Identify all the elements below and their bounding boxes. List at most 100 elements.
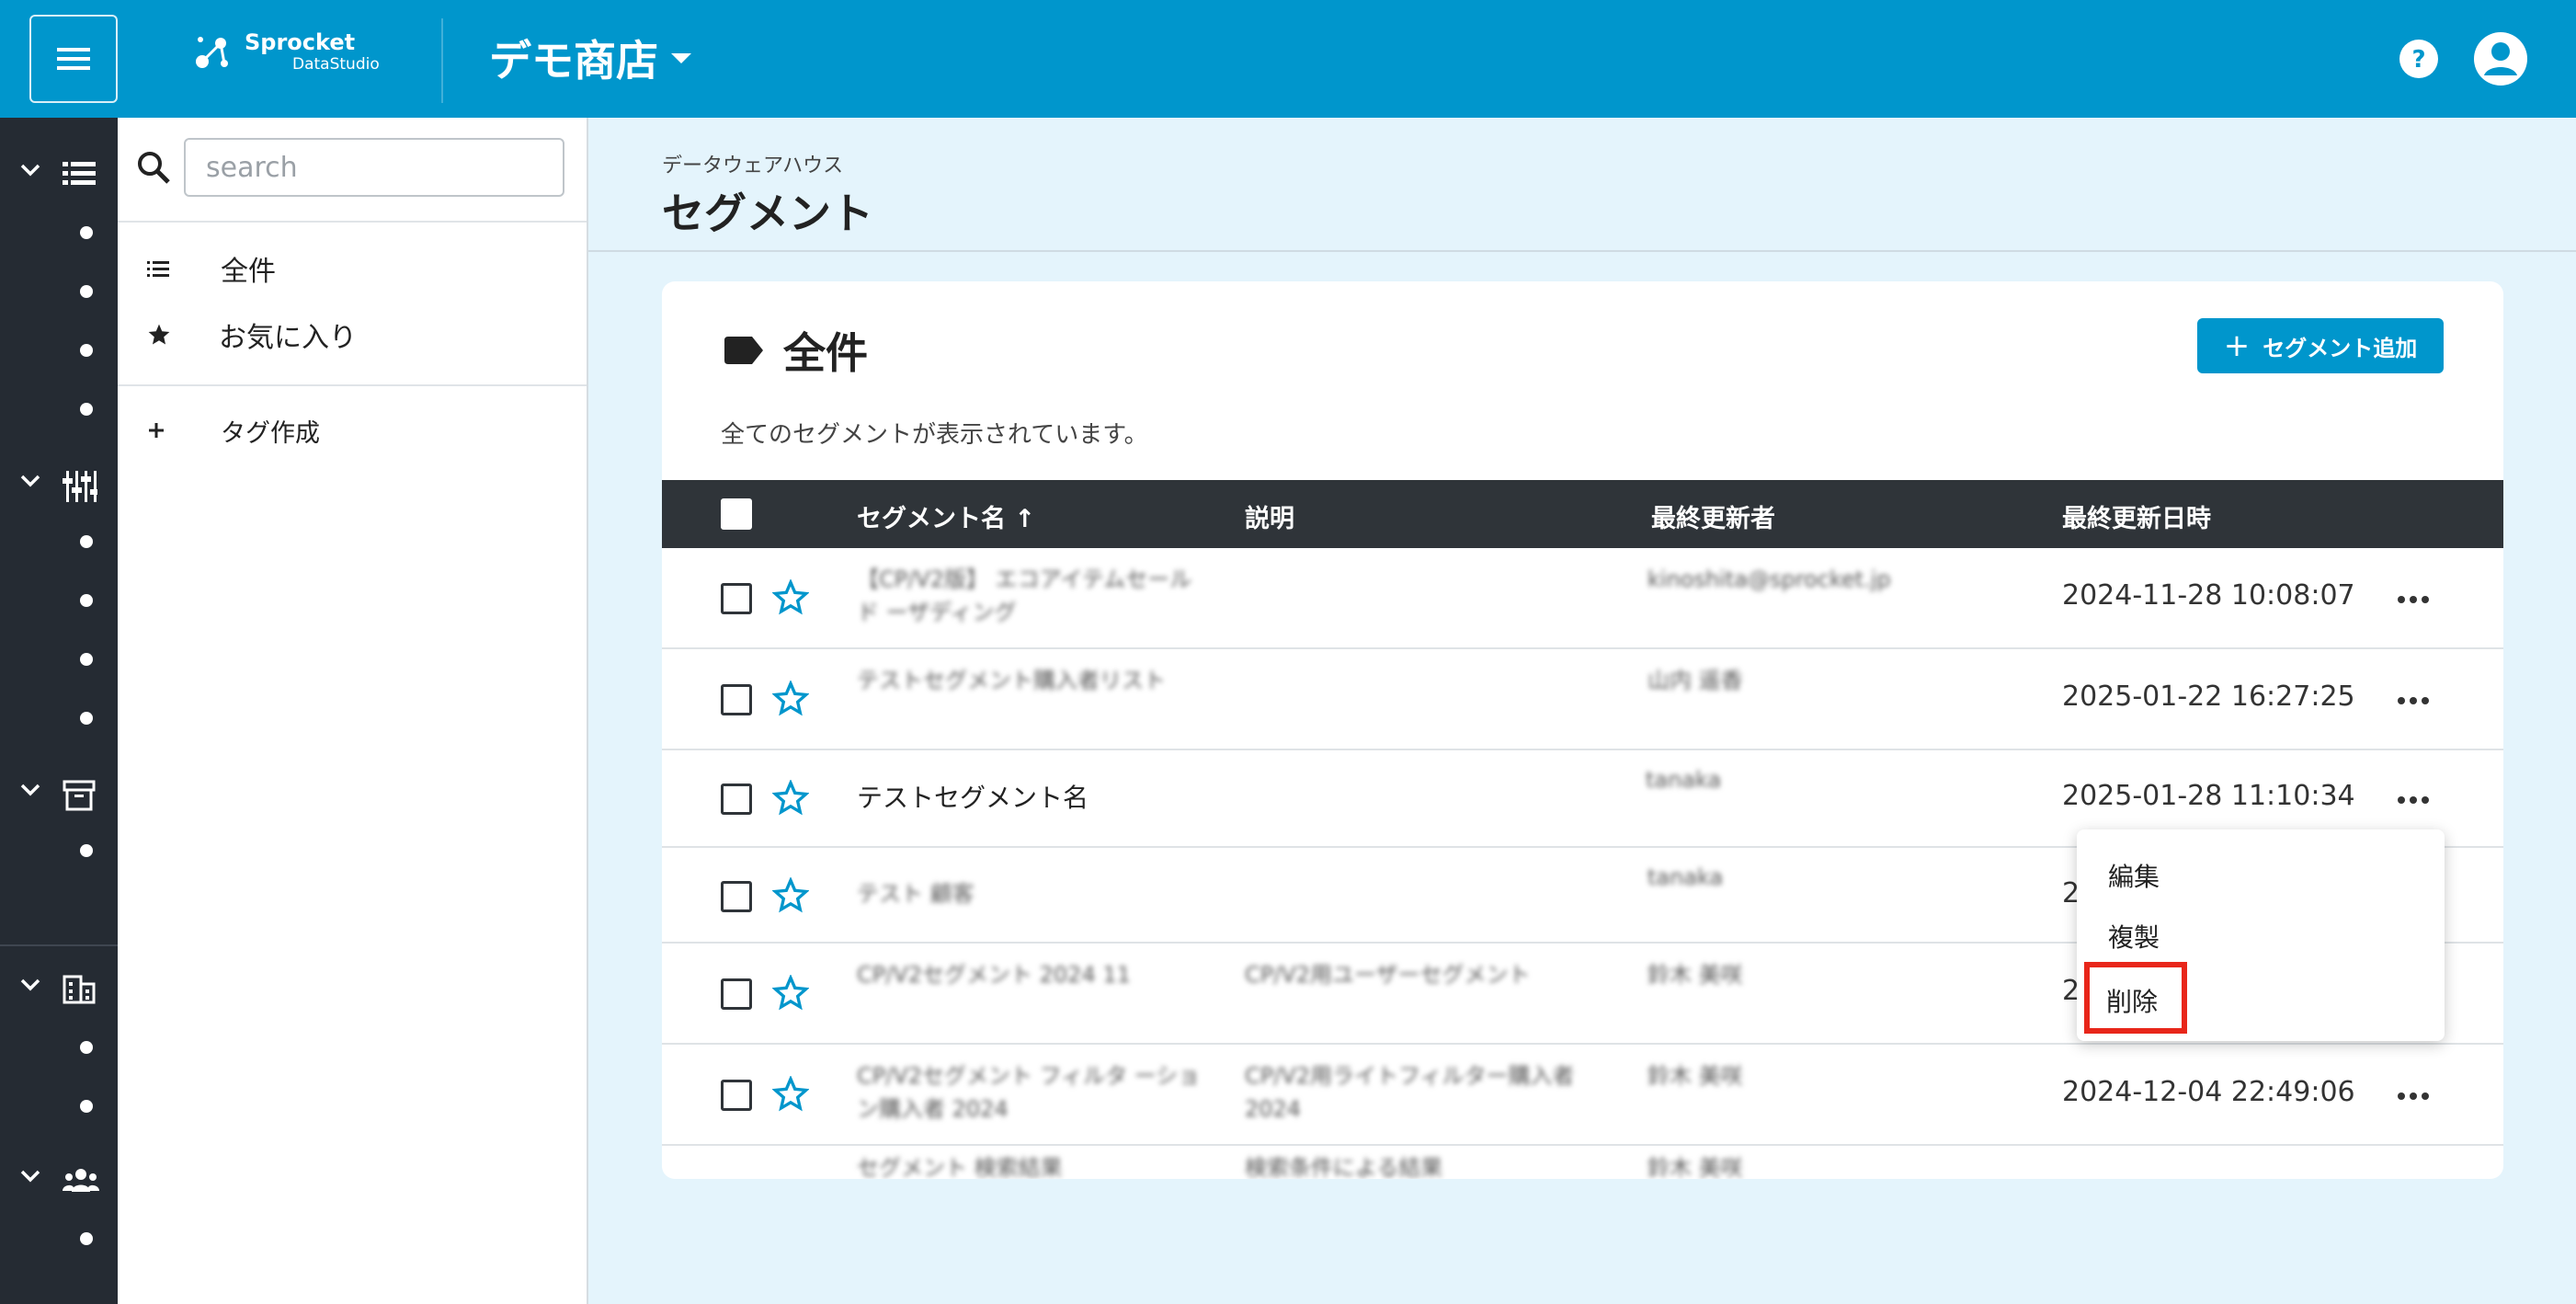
updater: kinoshita@sprocket.jp (1647, 566, 1891, 592)
menu-item-duplicate[interactable]: 複製 (2108, 918, 2160, 955)
table-row[interactable]: 【CP/V2版】 エコアイテムセールド ーザディング kinoshita@spr… (662, 548, 2503, 649)
rail-group-datawarehouse[interactable] (0, 156, 118, 193)
page-title: セグメント (662, 189, 873, 238)
help-icon[interactable]: ? (2399, 39, 2439, 79)
column-header-updated-at[interactable]: 最終更新日時 (2062, 498, 2211, 534)
column-header-name[interactable]: セグメント名 ↑ (857, 498, 1035, 534)
updated-at: 2024-11-28 10:08:07 (2062, 579, 2355, 612)
create-tag-label: タグ作成 (221, 418, 320, 448)
rail-subitem[interactable] (80, 535, 93, 548)
rail-subitem[interactable] (80, 1100, 93, 1113)
star-outline-icon[interactable] (772, 681, 809, 717)
updated-at: 2025-01-28 11:10:34 (2062, 780, 2355, 812)
plus-icon: + (2223, 327, 2251, 364)
menu-item-delete-highlight[interactable]: 削除 (2084, 962, 2187, 1034)
building-icon (63, 975, 96, 1004)
table-row[interactable]: セグメント 検索結果 検索条件による結果 鈴木 美咲 (662, 1146, 2503, 1179)
segment-description: CP/V2用ライトフィルター購入者 2024 (1245, 1063, 1575, 1122)
group-icon (63, 1169, 99, 1192)
segment-name[interactable]: CP/V2セグメント 2024 11 (857, 958, 1206, 991)
caret-down-icon (671, 52, 691, 63)
table-header: セグメント名 ↑ 説明 最終更新者 最終更新日時 (662, 480, 2503, 548)
rail-group-archive[interactable] (0, 776, 118, 813)
rail-subitem[interactable] (80, 226, 93, 239)
row-context-menu: 編集 複製 削除 (2077, 829, 2445, 1041)
row-checkbox[interactable] (721, 881, 752, 912)
card-description: 全てのセグメントが表示されています。 (721, 421, 1148, 449)
chevron-down-icon (20, 1170, 40, 1183)
updater: 鈴木 美咲 (1647, 962, 1743, 988)
hamburger-menu-button[interactable] (29, 15, 118, 103)
row-checkbox[interactable] (721, 978, 752, 1010)
create-tag-button[interactable]: タグ作成 (147, 408, 320, 452)
column-header-updater[interactable]: 最終更新者 (1651, 498, 1775, 534)
segment-list-card: 全件 + セグメント追加 全てのセグメントが表示されています。 セグメント名 ↑… (662, 281, 2503, 1179)
star-outline-icon[interactable] (772, 780, 809, 817)
more-options-icon[interactable] (2398, 596, 2429, 603)
more-options-icon[interactable] (2398, 796, 2429, 804)
menu-item-delete[interactable]: 削除 (2106, 982, 2158, 1019)
hamburger-icon (57, 48, 90, 70)
star-outline-icon[interactable] (772, 579, 809, 616)
menu-item-edit[interactable]: 編集 (2108, 857, 2160, 894)
rail-group-tuning[interactable] (0, 467, 118, 504)
updater: tanaka (1647, 864, 1724, 890)
divider (118, 221, 587, 223)
store-selector[interactable]: デモ商店 (489, 28, 691, 88)
card-title-text: 全件 (783, 328, 868, 378)
search-icon (138, 152, 170, 184)
row-checkbox[interactable] (721, 1080, 752, 1111)
rail-subitem[interactable] (80, 653, 93, 666)
label-tag-icon (724, 337, 763, 364)
star-outline-icon[interactable] (772, 975, 809, 1012)
chevron-down-icon (20, 164, 40, 177)
star-outline-icon[interactable] (772, 877, 809, 914)
star-outline-icon[interactable] (772, 1076, 809, 1113)
segment-name[interactable]: テスト 顧客 (857, 877, 1041, 910)
segment-name[interactable]: テストセグメント名 (857, 780, 1089, 817)
table-row[interactable]: CP/V2セグメント フィルタ ーション購入者 2024 CP/V2用ライトフィ… (662, 1045, 2503, 1146)
updated-at: 2024-12-04 22:49:06 (2062, 1076, 2355, 1108)
rail-subitem[interactable] (80, 1232, 93, 1245)
list-icon (147, 261, 169, 277)
segment-name[interactable]: CP/V2セグメント フィルタ ーション購入者 2024 (857, 1059, 1206, 1126)
rail-subitem[interactable] (80, 344, 93, 357)
column-header-description[interactable]: 説明 (1245, 498, 1294, 534)
more-options-icon[interactable] (2398, 697, 2429, 704)
logo-main-text: Sprocket (245, 29, 356, 55)
add-segment-button[interactable]: + セグメント追加 (2197, 318, 2444, 373)
updater: tanaka (1646, 767, 1722, 793)
segment-name[interactable]: セグメント 検索結果 (857, 1151, 1206, 1179)
rail-group-organization[interactable] (0, 971, 118, 1008)
rail-group-people[interactable] (0, 1162, 118, 1199)
search-bar (136, 138, 564, 197)
more-options-icon[interactable] (2398, 1092, 2429, 1100)
card-title: 全件 (724, 320, 868, 381)
search-input[interactable] (184, 138, 564, 197)
sidebar-item-all[interactable]: 全件 (147, 246, 276, 291)
app-logo[interactable]: Sprocket DataStudio (193, 31, 380, 73)
sidebar-item-favorites[interactable]: お気に入り (147, 313, 357, 357)
segment-name[interactable]: 【CP/V2版】 エコアイテムセールド ーザディング (857, 563, 1206, 629)
rail-subitem[interactable] (80, 1041, 93, 1054)
table-row[interactable]: テストセグメント購入者リスト 山内 遥香 2025-01-22 16:27:25 (662, 649, 2503, 750)
rail-subitem[interactable] (80, 712, 93, 725)
rail-subitem[interactable] (80, 844, 93, 857)
rail-subitem[interactable] (80, 403, 93, 416)
archive-icon (63, 780, 96, 811)
rail-subitem[interactable] (80, 285, 93, 298)
row-checkbox[interactable] (721, 684, 752, 715)
row-checkbox[interactable] (721, 784, 752, 815)
rail-subitem[interactable] (80, 594, 93, 607)
segment-description: 検索条件による結果 (1245, 1155, 1443, 1179)
row-checkbox[interactable] (721, 583, 752, 614)
header-divider (441, 18, 443, 103)
segment-name[interactable]: テストセグメント購入者リスト (857, 664, 1206, 697)
breadcrumb[interactable]: データウェアハウス (662, 149, 843, 178)
chevron-down-icon (20, 784, 40, 796)
account-icon[interactable] (2473, 31, 2528, 86)
select-all-checkbox[interactable] (721, 498, 752, 530)
updater: 鈴木 美咲 (1647, 1155, 1743, 1179)
icon-rail (0, 118, 118, 1304)
segment-description: CP/V2用ユーザーセグメント (1245, 962, 1531, 988)
